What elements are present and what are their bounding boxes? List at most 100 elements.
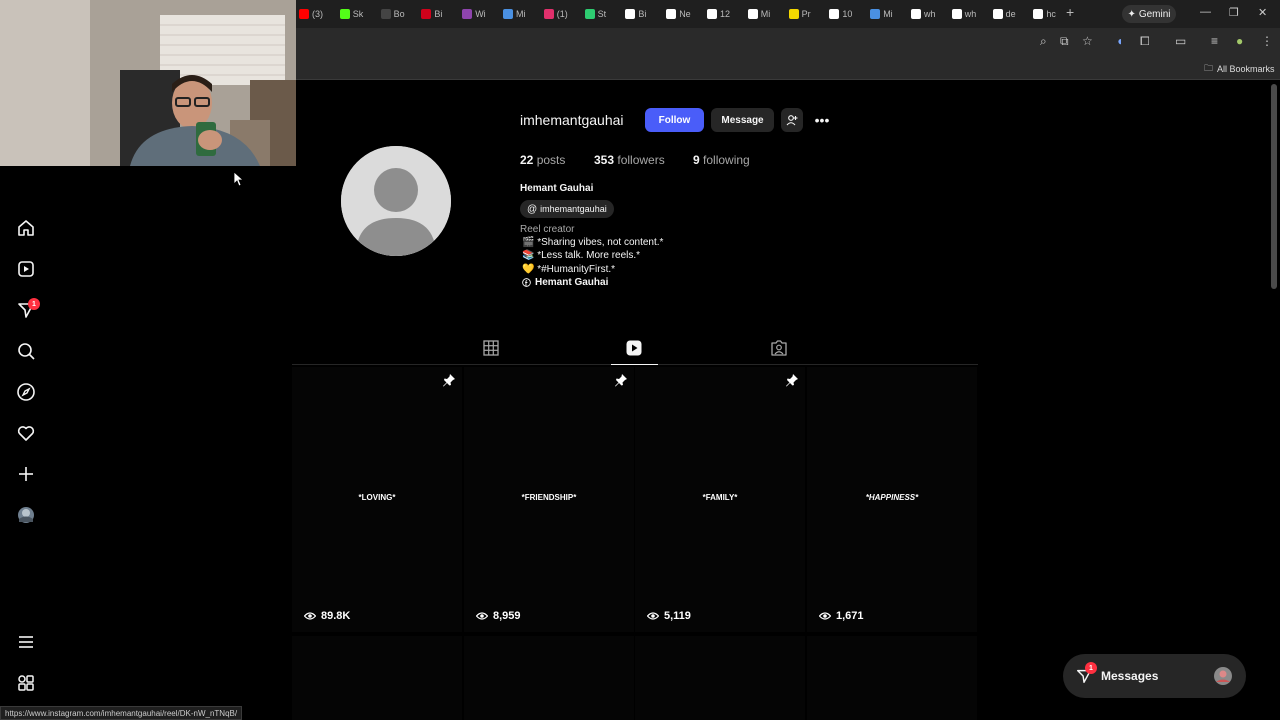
browser-tab-label: St: [597, 9, 607, 19]
browser-tab[interactable]: (3): [299, 5, 323, 23]
create-plus-icon[interactable]: [16, 464, 36, 484]
reel-tile[interactable]: *HAPPINESS* 1,671: [807, 367, 977, 632]
eye-icon: [647, 612, 659, 620]
browser-tab[interactable]: wh: [911, 5, 936, 23]
extension-icon[interactable]: ◖: [1116, 34, 1123, 48]
pin-icon: [786, 374, 798, 387]
browser-tab[interactable]: Mi: [870, 5, 893, 23]
reel-tile[interactable]: [807, 636, 977, 720]
extensions-puzzle-icon[interactable]: ⧠: [1140, 34, 1150, 49]
tab-favicon-icon: [543, 9, 554, 19]
all-bookmarks-label: All Bookmarks: [1217, 64, 1275, 74]
browser-tab[interactable]: Wi: [462, 5, 486, 23]
menu-kebab-icon[interactable]: ⋮: [1261, 34, 1273, 48]
gemini-button[interactable]: ✦ Gemini: [1122, 5, 1176, 23]
tab-favicon-icon: [951, 9, 962, 19]
browser-tab[interactable]: Mi: [503, 5, 526, 23]
browser-tab[interactable]: St: [584, 5, 607, 23]
profile-avatar[interactable]: [16, 505, 36, 525]
home-icon[interactable]: [16, 218, 36, 238]
pin-icon: [615, 374, 627, 387]
messages-badge: 1: [1085, 662, 1097, 674]
zoom-icon[interactable]: ⌕: [1040, 34, 1047, 49]
reel-tile[interactable]: [464, 636, 634, 720]
reading-list-icon[interactable]: ≡: [1211, 34, 1218, 48]
browser-tab-label: 10: [842, 9, 853, 19]
tab-posts-grid-icon[interactable]: [482, 339, 500, 357]
tab-favicon-icon: [299, 9, 309, 19]
reel-tile[interactable]: *FRIENDSHIP* 8,959: [464, 367, 634, 632]
browser-tab[interactable]: de: [992, 5, 1016, 23]
browser-tab-label: wh: [964, 9, 977, 19]
browser-tab-label: Pr: [801, 9, 811, 19]
browser-tab[interactable]: hc: [1033, 5, 1056, 23]
reels-icon[interactable]: [16, 259, 36, 279]
heart-icon[interactable]: [16, 423, 36, 443]
notification-badge: 1: [28, 298, 40, 310]
install-app-icon[interactable]: ⧉: [1060, 34, 1069, 49]
posts-count: 22: [520, 153, 534, 167]
reel-tile[interactable]: [635, 636, 805, 720]
gemini-label: Gemini: [1138, 8, 1171, 20]
apps-grid-icon[interactable]: [16, 673, 36, 693]
more-options-icon[interactable]: •••: [812, 112, 832, 128]
contact-avatar: [1214, 667, 1232, 685]
add-person-icon: [786, 115, 798, 126]
tab-reels-icon[interactable]: [625, 339, 643, 357]
reel-view-count: 5,119: [647, 610, 691, 622]
new-tab-button[interactable]: +: [1066, 4, 1074, 20]
browser-tab[interactable]: Bo: [380, 5, 405, 23]
browser-tab[interactable]: (1): [543, 5, 568, 23]
browser-tab-label: Bo: [393, 9, 405, 19]
tab-tagged-icon[interactable]: [770, 339, 788, 357]
browser-tab[interactable]: Mi: [747, 5, 770, 23]
threads-icon: @: [527, 203, 538, 215]
browser-tab[interactable]: 10: [829, 5, 852, 23]
bio-line: 📚 *Less talk. More reels.*: [522, 250, 641, 261]
browser-tab[interactable]: Pr: [788, 5, 811, 23]
tab-favicon-icon: [339, 9, 350, 19]
search-icon[interactable]: [16, 341, 36, 361]
browser-tab[interactable]: Bi: [421, 5, 442, 23]
messages-label: Messages: [1101, 669, 1159, 683]
suggested-users-button[interactable]: [781, 108, 803, 132]
browser-tab-label: wh: [924, 9, 936, 19]
restore-icon[interactable]: ❐: [1229, 6, 1239, 19]
explore-icon[interactable]: [16, 382, 36, 402]
followers-stat[interactable]: 353 followers: [594, 153, 665, 167]
threads-badge[interactable]: @ imhemantgauhai: [520, 200, 614, 218]
profile-avatar-icon[interactable]: ●: [1236, 34, 1243, 48]
facebook-icon: [522, 278, 531, 287]
bookmark-star-icon[interactable]: ☆: [1082, 34, 1093, 48]
reel-view-count: 1,671: [819, 610, 864, 622]
reel-tile[interactable]: *LOVING* 89.8K: [292, 367, 462, 632]
browser-tab[interactable]: wh: [951, 5, 977, 23]
message-button[interactable]: Message: [711, 108, 774, 132]
tab-favicon-icon: [666, 9, 677, 19]
messenger-icon[interactable]: 1: [16, 298, 40, 320]
close-icon[interactable]: ✕: [1258, 6, 1267, 19]
reel-view-count-value: 89.8K: [321, 610, 351, 622]
browser-tab[interactable]: Bi: [625, 5, 646, 23]
profile-picture[interactable]: [341, 146, 451, 256]
split-view-icon[interactable]: ▭: [1175, 34, 1186, 48]
tab-favicon-icon: [421, 9, 432, 19]
browser-tab-label: Wi: [475, 9, 486, 19]
reel-view-count: 8,959: [476, 610, 521, 622]
follow-button[interactable]: Follow: [645, 108, 704, 132]
browser-tab[interactable]: Sk: [339, 5, 363, 23]
messages-button[interactable]: 1 Messages: [1063, 654, 1246, 698]
browser-tab[interactable]: 12: [707, 5, 730, 23]
reel-tile[interactable]: *FAMILY* 5,119: [635, 367, 805, 632]
tab-favicon-icon: [870, 9, 881, 19]
minimize-icon[interactable]: —: [1200, 6, 1211, 18]
more-menu-icon[interactable]: [16, 632, 36, 652]
browser-tab[interactable]: Ne: [666, 5, 691, 23]
page-scrollbar[interactable]: [1271, 84, 1277, 289]
facebook-link[interactable]: Hemant Gauhai: [522, 277, 608, 288]
tab-favicon-icon: [911, 9, 921, 19]
following-stat[interactable]: 9 following: [693, 153, 750, 167]
reel-tile[interactable]: [292, 636, 462, 720]
all-bookmarks-button[interactable]: 🗀 All Bookmarks: [1204, 61, 1275, 77]
reel-title: *FAMILY*: [702, 493, 738, 502]
